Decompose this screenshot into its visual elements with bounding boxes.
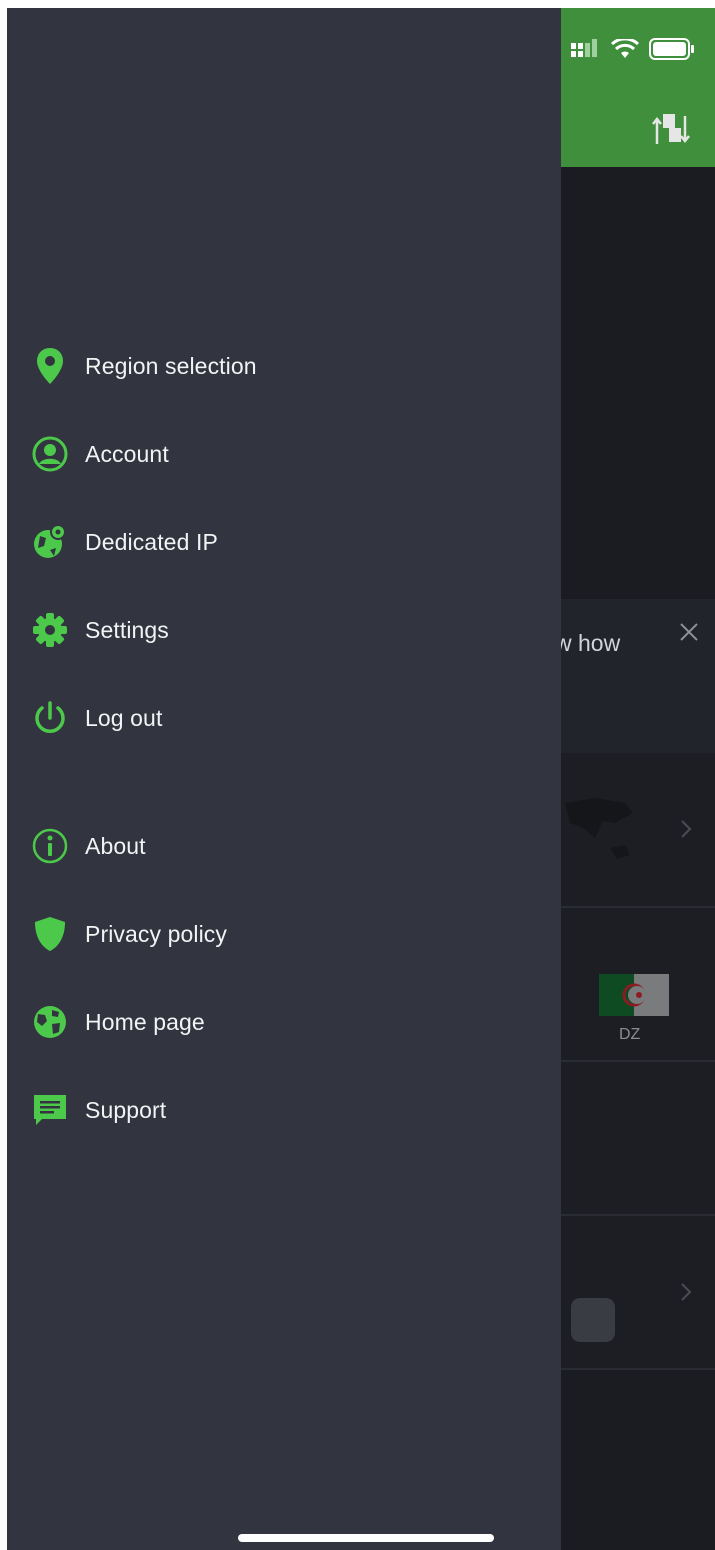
menu-item-region-selection[interactable]: Region selection [7, 330, 561, 402]
menu-label: About [85, 832, 146, 859]
menu-label: Region selection [85, 352, 257, 379]
mask-icon [571, 1298, 615, 1342]
screen: w how DZ Region selection Account Dedica… [7, 8, 715, 1550]
menu-item-support[interactable]: Support [7, 1074, 561, 1146]
menu-item-log-out[interactable]: Log out [7, 682, 561, 754]
home-indicator[interactable] [238, 1534, 494, 1542]
chevron-right-icon [681, 1283, 692, 1301]
menu-item-account[interactable]: Account [7, 418, 561, 490]
menu-label: Dedicated IP [85, 528, 218, 555]
globe-icon [31, 1003, 69, 1041]
account-circle-icon [31, 435, 69, 473]
status-bar [571, 38, 695, 60]
promo-text: w how [555, 630, 621, 656]
menu-label: Settings [85, 616, 169, 643]
menu-item-settings[interactable]: Settings [7, 594, 561, 666]
menu-item-privacy-policy[interactable]: Privacy policy [7, 898, 561, 970]
wifi-icon [611, 39, 639, 58]
menu-label: Log out [85, 704, 163, 731]
location-pin-icon [31, 347, 69, 385]
country-code: DZ [619, 1026, 641, 1043]
menu-label: Account [85, 440, 169, 467]
menu-item-home-page[interactable]: Home page [7, 986, 561, 1058]
gear-icon [31, 611, 69, 649]
signal-icon [571, 39, 597, 57]
world-map-icon [565, 798, 633, 859]
chat-icon [31, 1091, 69, 1129]
menu-label: Home page [85, 1008, 205, 1035]
menu-label: Support [85, 1096, 167, 1123]
navigation-drawer: Region selection Account Dedicated IP Se… [7, 8, 561, 1550]
battery-icon [649, 38, 694, 60]
power-icon [31, 699, 69, 737]
shield-icon [31, 915, 69, 953]
swap-icon[interactable] [651, 110, 691, 150]
globe-pin-icon [31, 523, 69, 561]
menu-item-dedicated-ip[interactable]: Dedicated IP [7, 506, 561, 578]
algeria-flag-icon [599, 974, 669, 1016]
menu-item-about[interactable]: About [7, 810, 561, 882]
menu-label: Privacy policy [85, 920, 227, 947]
close-icon[interactable] [677, 620, 701, 644]
info-icon [31, 827, 69, 865]
chevron-right-icon [681, 820, 692, 838]
